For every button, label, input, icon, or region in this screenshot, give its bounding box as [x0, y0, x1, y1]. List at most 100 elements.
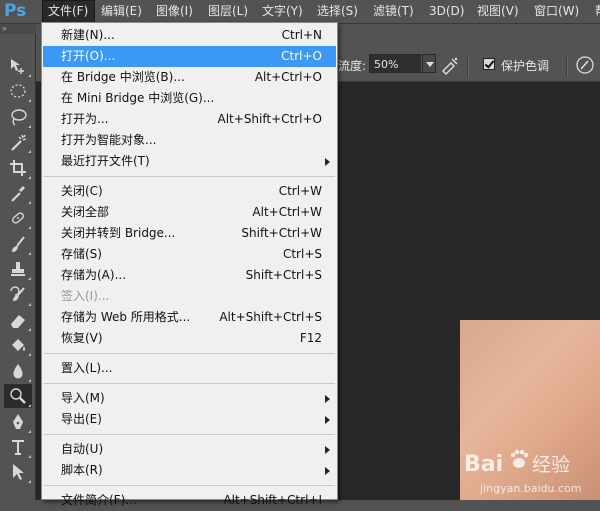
crop-tool-button[interactable]	[4, 156, 32, 180]
menu-5[interactable]: 选择(S)	[312, 0, 366, 23]
type-tool-icon	[12, 440, 24, 455]
menu-item-shortcut: Ctrl+N	[281, 28, 322, 42]
flow-dropdown-button[interactable]	[422, 54, 436, 73]
menu-7[interactable]: 3D(D)	[424, 0, 470, 23]
sponge-tool-icon	[10, 388, 26, 405]
menu-item-shortcut: Alt+Ctrl+O	[254, 70, 322, 84]
baidu-watermark: Bai 经验 jingyan.baidu.com	[464, 449, 582, 495]
file-menu-item[interactable]: 在 Bridge 中浏览(B)... Alt+Ctrl+O	[43, 67, 336, 88]
brush-tool-button[interactable]	[4, 232, 32, 256]
submenu-arrow-icon	[325, 158, 330, 166]
file-menu-item[interactable]: 打开(O)... Ctrl+O	[43, 46, 336, 67]
menu-item-shortcut: Shift+Ctrl+W	[241, 226, 322, 240]
file-menu-item[interactable]: 存储为 Web 所用格式... Alt+Shift+Ctrl+S	[43, 307, 336, 328]
tool-group-indicator	[28, 455, 31, 458]
flow-input[interactable]: 50%	[369, 54, 421, 73]
tool-group-indicator	[28, 124, 31, 128]
menu-bar: Ps 文件(F) 编辑(E) 图像(I) 图层(L) 文字(Y) 选择(S) 滤镜(T) 3D…	[0, 0, 600, 24]
toolbar-collapse-button[interactable]: »	[0, 24, 36, 34]
menu-item-label: 最近打开文件(T)	[61, 154, 150, 168]
brush-tool-icon	[12, 236, 25, 252]
menu-10[interactable]: 帮	[590, 0, 600, 23]
menu-2[interactable]: 图像(I)	[151, 0, 201, 23]
eraser-tool-button[interactable]	[4, 308, 32, 332]
file-menu-item[interactable]: 存储为(A)... Shift+Ctrl+S	[43, 265, 336, 286]
file-menu-item[interactable]: 置入(L)...	[43, 358, 336, 379]
path-selection-tool-button[interactable]	[4, 460, 32, 484]
history-brush-tool-icon	[10, 285, 25, 301]
menu-separator	[44, 434, 335, 435]
menu-4[interactable]: 文字(Y)	[257, 0, 310, 23]
menu-1[interactable]: 编辑(E)	[96, 0, 148, 23]
file-menu-item[interactable]: 存储(S) Ctrl+S	[43, 244, 336, 265]
blur-tool-button[interactable]	[4, 359, 32, 383]
file-menu-item[interactable]: 关闭(C) Ctrl+W	[43, 181, 336, 202]
menu-item-label: 存储为(A)...	[61, 268, 127, 282]
spot-healing-brush-tool-button[interactable]	[4, 206, 32, 230]
menu-item-shortcut: Ctrl+O	[281, 49, 322, 63]
menu-item-shortcut: Alt+Shift+Ctrl+O	[217, 112, 322, 126]
eyedropper-tool-button[interactable]	[4, 181, 32, 205]
file-menu-item[interactable]: 导入(M)	[43, 388, 336, 409]
watermark-suffix: 经验	[532, 454, 570, 476]
file-menu-item[interactable]: 脚本(R)	[43, 460, 336, 481]
move-tool-button[interactable]	[4, 54, 32, 78]
menu-item-label: 在 Mini Bridge 中浏览(G)...	[61, 91, 215, 105]
menu-3[interactable]: 图层(L)	[203, 0, 255, 23]
history-brush-tool-button[interactable]	[4, 283, 32, 307]
lasso-tool-button[interactable]	[4, 105, 32, 129]
options-separator	[467, 55, 469, 77]
file-menu-dropdown: 新建(N)... Ctrl+N 打开(O)... Ctrl+O 在 Bridge 中浏览…	[41, 22, 338, 507]
tool-group-indicator	[28, 404, 31, 408]
airbrush-icon[interactable]	[439, 55, 461, 75]
sponge-tool-button[interactable]	[4, 384, 32, 409]
menu-8[interactable]: 视图(V)	[472, 0, 527, 23]
file-menu-item[interactable]: 打开为智能对象...	[43, 130, 336, 151]
menu-separator	[44, 176, 335, 177]
path-selection-tool-icon	[13, 464, 24, 481]
magic-wand-tool-button[interactable]	[4, 130, 32, 154]
paint-bucket-tool-button[interactable]	[4, 333, 32, 357]
menu-item-label: 导入(M)	[61, 391, 105, 405]
menu-item-label: 关闭(C)	[61, 184, 103, 198]
menu-item-label: 打开为...	[61, 112, 109, 126]
file-menu-item[interactable]: 自动(U)	[43, 439, 336, 460]
menu-item-label: 自动(U)	[61, 442, 104, 456]
elliptical-marquee-tool-button[interactable]	[4, 79, 32, 103]
clone-stamp-tool-button[interactable]	[4, 257, 32, 281]
menu-9[interactable]: 窗口(W)	[529, 0, 585, 23]
pen-tool-button[interactable]	[4, 410, 32, 434]
file-menu-item[interactable]: 关闭并转到 Bridge... Shift+Ctrl+W	[43, 223, 336, 244]
menu-6[interactable]: 滤镜(T)	[368, 0, 422, 23]
watermark-domain: jingyan.baidu.com	[479, 482, 582, 495]
menu-item-label: 新建(N)...	[61, 28, 115, 42]
pen-pressure-icon[interactable]	[574, 55, 596, 75]
submenu-arrow-icon	[325, 446, 330, 454]
file-menu-item[interactable]: 导出(E)	[43, 409, 336, 430]
paw-icon	[510, 449, 529, 468]
file-menu-item[interactable]: 打开为... Alt+Shift+Ctrl+O	[43, 109, 336, 130]
file-menu-item[interactable]: 恢复(V) F12	[43, 328, 336, 349]
file-menu-item[interactable]: 文件简介(F)... Alt+Shift+Ctrl+I	[43, 490, 336, 511]
menu-item-shortcut: Ctrl+S	[282, 247, 322, 261]
file-menu-item[interactable]: 最近打开文件(T)	[43, 151, 336, 172]
protect-tones-checkbox[interactable]	[483, 58, 495, 70]
file-menu-item[interactable]: 关闭全部 Alt+Ctrl+W	[43, 202, 336, 223]
menu-item-label: 脚本(R)	[61, 463, 103, 477]
eraser-tool-icon	[11, 315, 25, 328]
menu-item-shortcut: Ctrl+W	[278, 184, 322, 198]
tool-group-indicator	[28, 175, 31, 179]
tool-group-indicator	[28, 251, 31, 255]
protect-tones-label: 保护色调	[501, 59, 550, 73]
file-menu-item[interactable]: 新建(N)... Ctrl+N	[43, 25, 336, 46]
file-menu-item[interactable]: 在 Mini Bridge 中浏览(G)...	[43, 88, 336, 109]
menu-item-label: 文件简介(F)...	[61, 493, 137, 507]
menu-separator	[44, 383, 335, 384]
crop-tool-icon	[10, 159, 26, 176]
blur-tool-icon	[13, 363, 23, 379]
tool-group-indicator	[28, 328, 31, 331]
submenu-arrow-icon	[325, 467, 330, 475]
menu-0[interactable]: 文件(F)	[42, 0, 95, 23]
lasso-tool-icon	[11, 109, 27, 126]
type-tool-button[interactable]	[4, 435, 32, 459]
